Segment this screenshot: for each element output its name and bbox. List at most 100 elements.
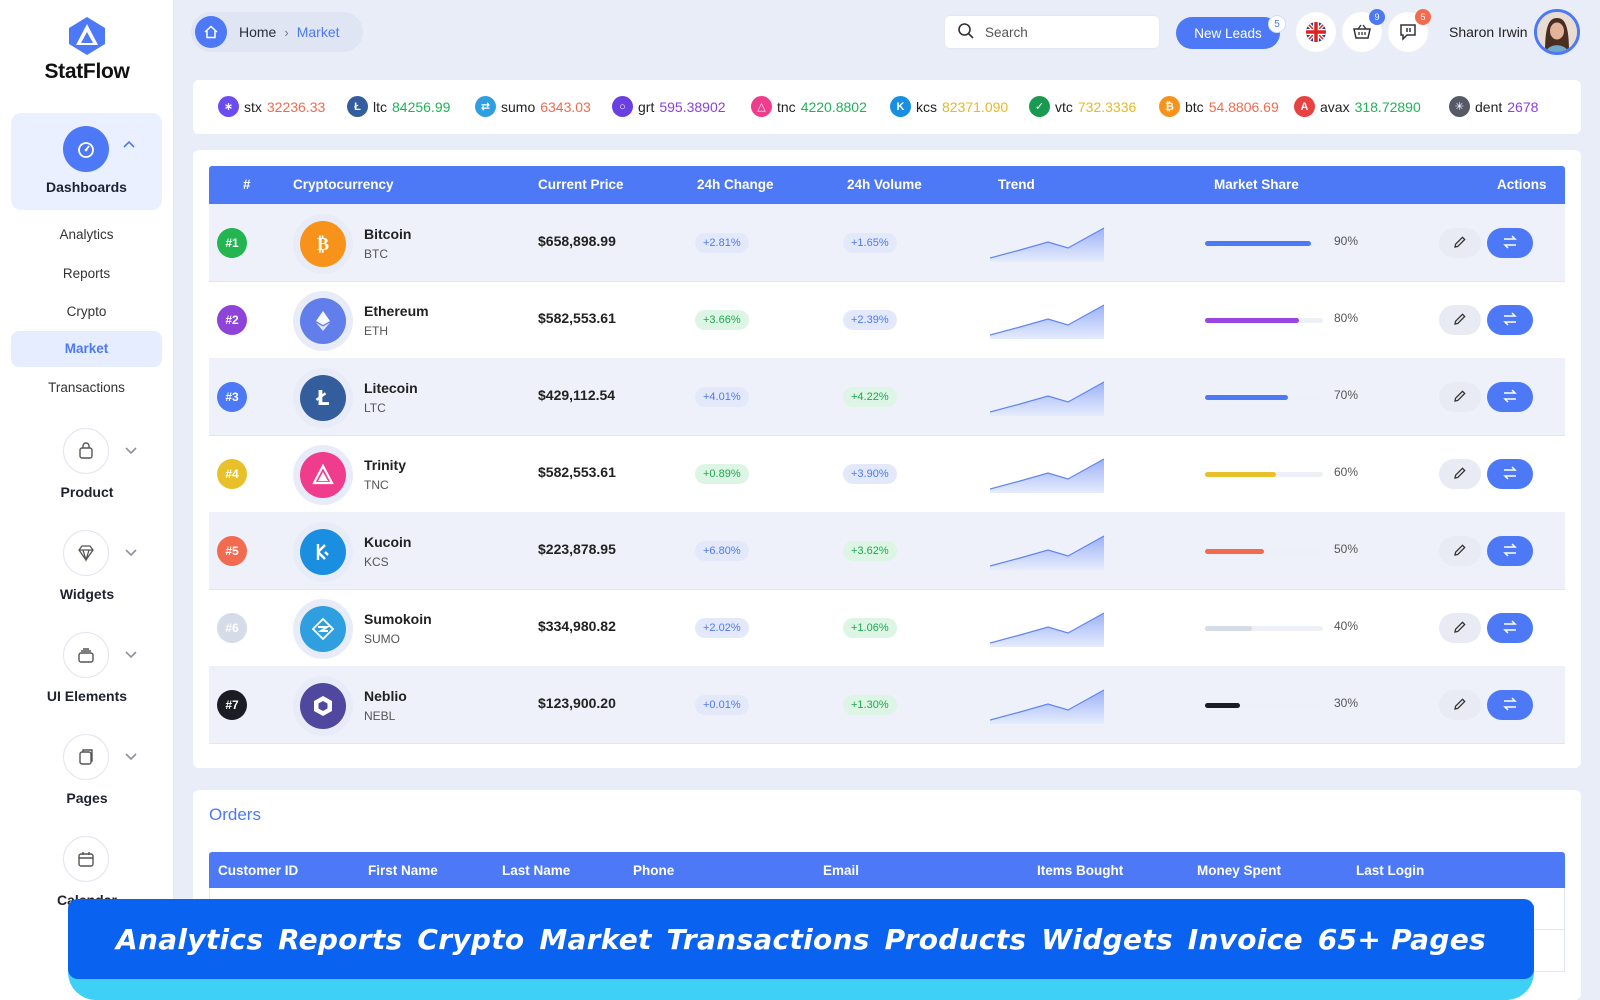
- volume-badge: +1.06%: [843, 618, 897, 638]
- sidebar-item-transactions[interactable]: Transactions: [11, 370, 162, 406]
- sidebar-item-analytics[interactable]: Analytics: [11, 217, 162, 253]
- rank-badge: #6: [217, 613, 247, 643]
- market-share-fill: [1205, 395, 1288, 400]
- promo-banner: Analytics Reports Crypto Market Transact…: [68, 899, 1534, 979]
- ticker-item-tnc[interactable]: △ tnc 4220.8802: [751, 96, 867, 117]
- edit-button[interactable]: [1439, 459, 1481, 489]
- ticker-item-vtc[interactable]: ✓ vtc 732.3336: [1029, 96, 1136, 117]
- rank-badge: #3: [217, 382, 247, 412]
- trend-sparkline: [990, 612, 1105, 647]
- edit-button[interactable]: [1439, 690, 1481, 720]
- language-flag-icon[interactable]: [1296, 12, 1336, 52]
- ticker-item-sumo[interactable]: ⇄ sumo 6343.03: [475, 96, 591, 117]
- change-badge: +0.89%: [695, 464, 749, 484]
- coin-symbol: NEBL: [364, 709, 396, 723]
- chevron-down-icon[interactable]: [125, 648, 137, 662]
- table-row[interactable]: #4 Trinity TNC $582,553.61 +0.89% +3.90% 60%: [209, 435, 1565, 513]
- pencil-icon: [1453, 389, 1467, 406]
- layers-icon: [63, 632, 109, 678]
- table-row[interactable]: #6 Sumokoin SUMO $334,980.82 +2.02% +1.06% 40%: [209, 589, 1565, 667]
- chevron-down-icon[interactable]: [125, 444, 137, 458]
- sumokoin-icon: [300, 606, 346, 652]
- rank-badge: #5: [217, 536, 247, 566]
- swap-button[interactable]: [1487, 536, 1533, 566]
- ticker-item-ltc[interactable]: Łltc 84256.99: [347, 96, 450, 117]
- change-badge: +2.81%: [695, 233, 749, 253]
- coin-symbol: LTC: [364, 401, 386, 415]
- home-icon[interactable]: [195, 16, 227, 48]
- edit-button[interactable]: [1439, 228, 1481, 258]
- sidebar-item-crypto[interactable]: Crypto: [11, 294, 162, 330]
- new-leads-count: 5: [1268, 15, 1286, 33]
- coin-name[interactable]: Ethereum: [364, 303, 429, 319]
- coin-name[interactable]: Kucoin: [364, 534, 411, 550]
- edit-button[interactable]: [1439, 536, 1481, 566]
- ticker-value: 54.8806.69: [1208, 98, 1279, 115]
- ticker-item-btc[interactable]: ₿ btc 54.8806.69: [1159, 96, 1279, 117]
- coin-symbol: SUMO: [364, 632, 400, 646]
- table-row[interactable]: #5 Kucoin KCS $223,878.95 +6.80% +3.62% 50%: [209, 512, 1565, 590]
- current-price: $334,980.82: [538, 618, 616, 634]
- swap-button[interactable]: [1487, 459, 1533, 489]
- ticker-symbol: stx: [244, 98, 262, 115]
- chevron-down-icon[interactable]: [125, 546, 137, 560]
- ticker-value: 84256.99: [392, 98, 451, 115]
- sidebar-item-reports[interactable]: Reports: [11, 256, 162, 292]
- coin-name[interactable]: Sumokoin: [364, 611, 432, 627]
- market-share-bar: [1205, 549, 1323, 554]
- avatar[interactable]: [1534, 9, 1580, 55]
- breadcrumb-home[interactable]: Home: [239, 24, 276, 40]
- rank-badge: #1: [217, 228, 247, 258]
- new-leads-button[interactable]: New Leads 5: [1176, 15, 1286, 49]
- table-row[interactable]: #1 ₿ Bitcoin BTC $658,898.99 +2.81% +1.65% 90%: [209, 204, 1565, 282]
- coin-name[interactable]: Trinity: [364, 457, 406, 473]
- change-badge: +3.66%: [695, 310, 749, 330]
- swap-icon: [1502, 311, 1518, 329]
- chevron-up-icon[interactable]: [123, 137, 135, 151]
- table-row[interactable]: #3 Ł Litecoin LTC $429,112.54 +4.01% +4.22% 70%: [209, 358, 1565, 436]
- calendar-icon: [63, 836, 109, 882]
- ticker-item-stx[interactable]: ∗ stx 32236.33: [218, 96, 325, 117]
- user-name[interactable]: Sharon Irwin: [1449, 24, 1528, 40]
- swap-button[interactable]: [1487, 613, 1533, 643]
- ticker-item-avax[interactable]: Aavax 318.72890: [1294, 96, 1421, 117]
- table-row[interactable]: #7 Neblio NEBL $123,900.20 +0.01% +1.30% 30%: [209, 666, 1565, 744]
- search-input[interactable]: [985, 24, 1135, 40]
- kcs-icon: K: [890, 96, 911, 117]
- topbar: Home › Market New Leads 5 9 5 Sharon Irw…: [174, 0, 1600, 70]
- market-share-value: 40%: [1334, 619, 1359, 633]
- current-price: $223,878.95: [538, 541, 616, 557]
- edit-button[interactable]: [1439, 382, 1481, 412]
- banner-item-market: Market: [539, 922, 652, 956]
- swap-button[interactable]: [1487, 382, 1533, 412]
- sidebar: StatFlow Dashboards Analytics Reports Cr…: [0, 0, 174, 1000]
- pencil-icon: [1453, 620, 1467, 637]
- col-actions: Actions: [1497, 177, 1547, 192]
- swap-icon: [1502, 542, 1518, 560]
- ticker-item-kcs[interactable]: Kkcs 82371.090: [890, 96, 1008, 117]
- search-box[interactable]: [944, 15, 1160, 49]
- trend-sparkline: [990, 381, 1105, 416]
- edit-button[interactable]: [1439, 613, 1481, 643]
- swap-button[interactable]: [1487, 305, 1533, 335]
- coin-name[interactable]: Bitcoin: [364, 226, 411, 242]
- ticker-symbol: sumo: [501, 98, 536, 115]
- coin-name[interactable]: Litecoin: [364, 380, 418, 396]
- logo[interactable]: StatFlow: [0, 14, 174, 84]
- coin-name[interactable]: Neblio: [364, 688, 407, 704]
- kucoin-icon: [300, 529, 346, 575]
- banner-item-widgets: Widgets: [1041, 922, 1173, 956]
- ticker-item-dent[interactable]: ✳ dent 2678: [1449, 96, 1538, 117]
- ltc-icon: Ł: [347, 96, 368, 117]
- cart-icon[interactable]: 9: [1342, 9, 1385, 52]
- chevron-down-icon[interactable]: [125, 750, 137, 764]
- messages-icon[interactable]: 5: [1388, 9, 1431, 52]
- table-row[interactable]: #2 Ethereum ETH $582,553.61 +3.66% +2.39% 80%: [209, 281, 1565, 359]
- edit-button[interactable]: [1439, 305, 1481, 335]
- nav-dashboards[interactable]: Dashboards: [11, 113, 162, 210]
- ticker-item-grt[interactable]: ○ grt 595.38902: [612, 96, 726, 117]
- sidebar-item-market[interactable]: Market: [11, 331, 162, 367]
- swap-button[interactable]: [1487, 690, 1533, 720]
- swap-button[interactable]: [1487, 228, 1533, 258]
- trinity-icon: [300, 452, 346, 498]
